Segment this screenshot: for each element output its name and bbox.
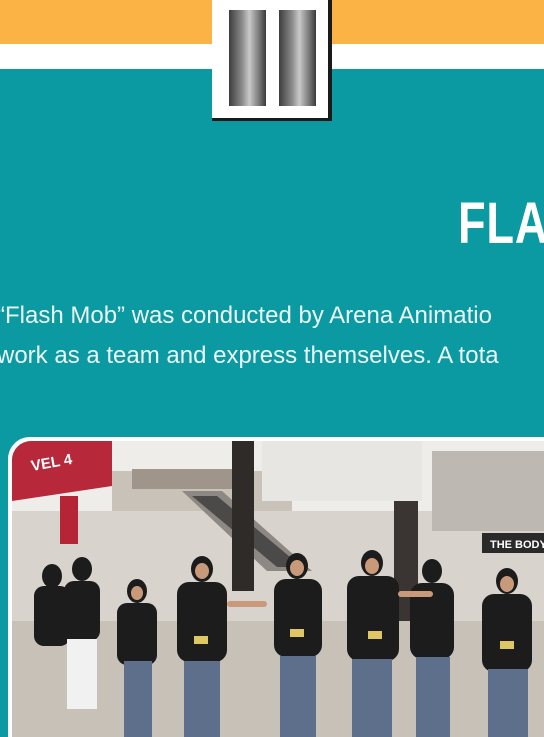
flash-mob-photo: VEL 4 THE BODY S	[12, 441, 544, 737]
badge-shadow	[328, 0, 332, 121]
page-number-badge	[212, 0, 332, 121]
roman-numeral-two-icon	[279, 10, 316, 106]
body-text-line: work as a team and express themselves. A…	[0, 342, 499, 369]
section-title: FLA	[458, 191, 544, 256]
badge-shadow	[212, 118, 332, 121]
flash-mob-photo-illustration: VEL 4 THE BODY S	[12, 441, 544, 737]
flash-mob-photo-frame: VEL 4 THE BODY S	[8, 437, 544, 737]
roman-numeral-two-icon	[229, 10, 266, 106]
body-text-line: “Flash Mob” was conducted by Arena Anima…	[0, 302, 492, 329]
store-sign-text: THE BODY S	[490, 539, 544, 551]
